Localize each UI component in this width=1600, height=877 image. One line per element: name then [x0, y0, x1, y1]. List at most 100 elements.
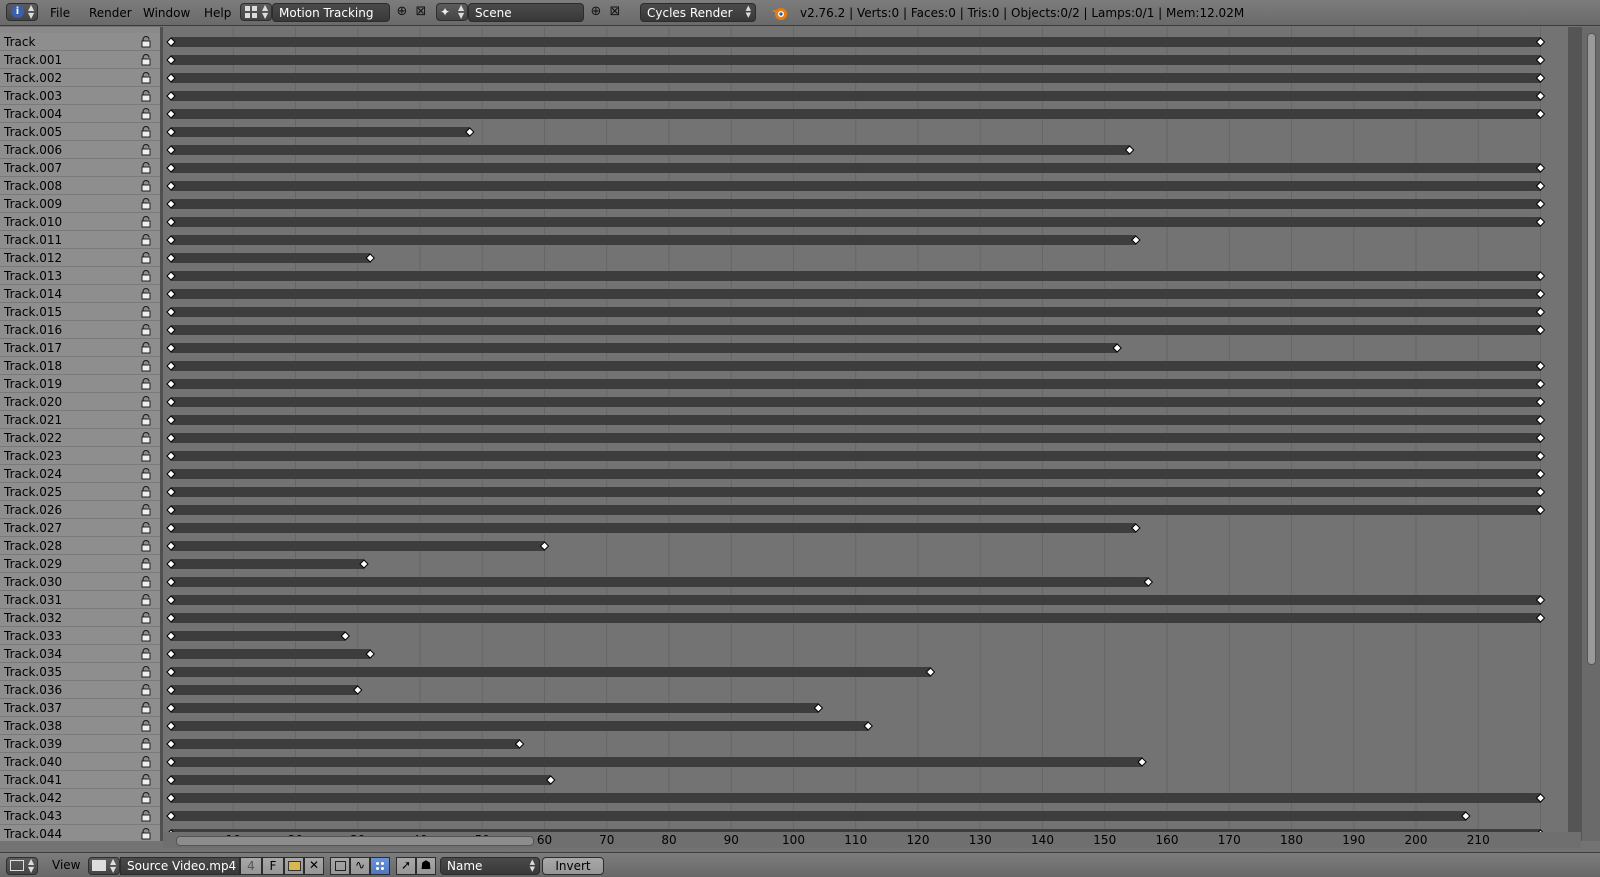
lock-icon[interactable]: [140, 396, 152, 408]
lock-icon[interactable]: [140, 702, 152, 714]
track-segment-bar[interactable]: [171, 55, 1541, 65]
menu-window[interactable]: Window: [143, 6, 190, 20]
channel-row[interactable]: Track.041: [0, 771, 160, 789]
clip-name-field[interactable]: Source Video.mp4: [120, 857, 240, 875]
channel-row[interactable]: Track.013: [0, 267, 160, 285]
channel-row[interactable]: Track.040: [0, 753, 160, 771]
track-segment-bar[interactable]: [171, 379, 1541, 389]
menu-render[interactable]: Render: [89, 6, 132, 20]
track-segment-bar[interactable]: [171, 73, 1541, 83]
channel-row[interactable]: Track.042: [0, 789, 160, 807]
lock-icon[interactable]: [140, 468, 152, 480]
track-segment-bar[interactable]: [171, 415, 1541, 425]
open-file-button[interactable]: [284, 857, 304, 875]
track-segment-bar[interactable]: [171, 667, 931, 677]
lock-icon[interactable]: [140, 738, 152, 750]
view-graph-button[interactable]: ∿: [350, 857, 370, 875]
track-segment-bar[interactable]: [171, 505, 1541, 515]
render-engine-dropdown[interactable]: Cycles Render ▲ ▼: [640, 3, 756, 22]
lock-icon[interactable]: [140, 594, 152, 606]
channel-row[interactable]: Track.044: [0, 825, 160, 841]
lock-icon[interactable]: [140, 144, 152, 156]
lock-icon[interactable]: [140, 450, 152, 462]
lock-icon[interactable]: [140, 414, 152, 426]
lock-icon[interactable]: [140, 522, 152, 534]
menu-view[interactable]: View: [52, 858, 80, 872]
lock-icon[interactable]: [140, 306, 152, 318]
channel-row[interactable]: Track.019: [0, 375, 160, 393]
horizontal-scrollbar[interactable]: [176, 836, 534, 846]
track-segment-bar[interactable]: [171, 487, 1541, 497]
track-segment-bar[interactable]: [171, 595, 1541, 605]
track-segment-bar[interactable]: [171, 91, 1541, 101]
delete-scene-icon[interactable]: ⊠: [607, 4, 623, 20]
vertical-scrollbar[interactable]: [1582, 27, 1600, 841]
dopesheet-area[interactable]: [163, 27, 1581, 841]
track-segment-bar[interactable]: [171, 343, 1118, 353]
unlink-clip-button[interactable]: ✕: [304, 857, 324, 875]
view-dopesheet-button[interactable]: [370, 857, 390, 875]
channel-row[interactable]: Track.006: [0, 141, 160, 159]
editor-type-button[interactable]: ▲ ▼: [6, 857, 38, 875]
track-segment-bar[interactable]: [171, 613, 1541, 623]
only-selected-button[interactable]: ➚: [396, 857, 416, 875]
track-segment-bar[interactable]: [171, 145, 1130, 155]
channel-row[interactable]: Track.031: [0, 591, 160, 609]
lock-icon[interactable]: [140, 774, 152, 786]
lock-icon[interactable]: [140, 576, 152, 588]
channel-row[interactable]: Track.035: [0, 663, 160, 681]
lock-icon[interactable]: [140, 126, 152, 138]
lock-icon[interactable]: [140, 198, 152, 210]
lock-icon[interactable]: [140, 324, 152, 336]
track-segment-bar[interactable]: [171, 739, 520, 749]
track-segment-bar[interactable]: [171, 631, 346, 641]
lock-icon[interactable]: [140, 216, 152, 228]
vertical-scrollbar-thumb[interactable]: [1587, 33, 1596, 665]
lock-icon[interactable]: [140, 270, 152, 282]
track-segment-bar[interactable]: [171, 289, 1541, 299]
lock-icon[interactable]: [140, 180, 152, 192]
track-segment-bar[interactable]: [171, 109, 1541, 119]
track-segment-bar[interactable]: [171, 793, 1541, 803]
track-segment-bar[interactable]: [171, 217, 1541, 227]
track-segment-bar[interactable]: [171, 451, 1541, 461]
invert-toggle[interactable]: Invert: [542, 857, 604, 875]
delete-screen-icon[interactable]: ⊠: [413, 4, 429, 20]
channel-row[interactable]: Track.001: [0, 51, 160, 69]
show-hidden-button[interactable]: ☗: [416, 857, 436, 875]
channel-row[interactable]: Track.028: [0, 537, 160, 555]
add-scene-icon[interactable]: ⊕: [588, 4, 604, 20]
channel-row[interactable]: Track.020: [0, 393, 160, 411]
channel-row[interactable]: Track.008: [0, 177, 160, 195]
track-segment-bar[interactable]: [171, 199, 1541, 209]
channel-row[interactable]: Track.010: [0, 213, 160, 231]
lock-icon[interactable]: [140, 90, 152, 102]
lock-icon[interactable]: [140, 756, 152, 768]
channel-row[interactable]: Track.033: [0, 627, 160, 645]
channel-row[interactable]: Track.025: [0, 483, 160, 501]
channel-row[interactable]: Track.036: [0, 681, 160, 699]
channel-row[interactable]: Track.043: [0, 807, 160, 825]
channel-row[interactable]: Track.029: [0, 555, 160, 573]
editor-type-button[interactable]: i ▲ ▼: [6, 3, 38, 21]
channel-row[interactable]: Track.027: [0, 519, 160, 537]
channel-row[interactable]: Track.018: [0, 357, 160, 375]
channel-row[interactable]: Track.022: [0, 429, 160, 447]
lock-icon[interactable]: [140, 828, 152, 840]
dopesheet-canvas[interactable]: [163, 27, 1581, 841]
channel-row[interactable]: Track.017: [0, 339, 160, 357]
track-segment-bar[interactable]: [171, 541, 545, 551]
lock-icon[interactable]: [140, 378, 152, 390]
channel-row[interactable]: Track.003: [0, 87, 160, 105]
track-segment-bar[interactable]: [171, 325, 1541, 335]
channel-row[interactable]: Track.032: [0, 609, 160, 627]
lock-icon[interactable]: [140, 288, 152, 300]
track-segment-bar[interactable]: [171, 775, 551, 785]
lock-icon[interactable]: [140, 630, 152, 642]
channel-row[interactable]: Track.024: [0, 465, 160, 483]
channel-row[interactable]: Track.011: [0, 231, 160, 249]
track-segment-bar[interactable]: [171, 469, 1541, 479]
channel-row[interactable]: Track.012: [0, 249, 160, 267]
track-segment-bar[interactable]: [171, 559, 364, 569]
track-segment-bar[interactable]: [171, 253, 371, 263]
